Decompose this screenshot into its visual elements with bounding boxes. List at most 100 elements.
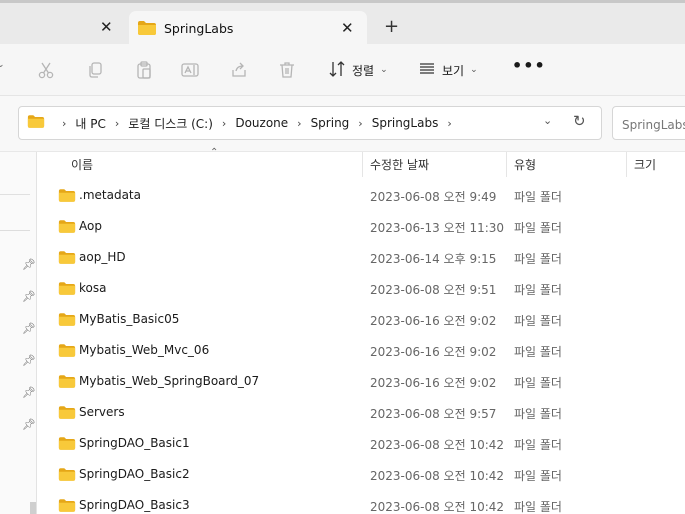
paste-icon[interactable] [134,60,154,80]
folder-icon [58,281,76,299]
chevron-down-icon[interactable]: ⌄ [0,60,5,70]
folder-icon [58,405,76,423]
file-type: 파일 폴더 [514,190,562,204]
file-type: 파일 폴더 [514,376,562,390]
address-row: › 내 PC › 로컬 디스크 (C:) › Douzone › Spring … [0,96,685,152]
breadcrumb-springlabs[interactable]: SpringLabs [372,116,439,130]
copy-icon[interactable] [85,60,105,80]
file-name: .metadata [79,188,141,202]
file-date: 2023-06-08 오전 9:51 [370,283,497,297]
breadcrumb-this-pc[interactable]: 내 PC [75,115,105,132]
folder-icon [58,250,76,268]
view-icon [418,60,436,81]
folder-icon [58,219,76,237]
column-divider[interactable] [506,152,507,177]
chevron-right-icon[interactable]: › [115,117,119,130]
table-row[interactable]: SpringDAO_Basic1 2023-06-08 오전 10:42 파일 폴더 [38,428,685,459]
file-date: 2023-06-08 오전 10:42 [370,500,505,514]
chevron-right-icon[interactable]: › [62,117,66,130]
folder-icon [58,312,76,330]
pin-icon[interactable]: 📌︎ [22,354,36,367]
file-list: ⌃ 이름 수정한 날짜 유형 크기 .metadata 2023-06-08 오전… [38,147,685,514]
folder-icon [58,436,76,454]
sort-ascending-icon: ⌃ [210,147,219,158]
table-row[interactable]: MyBatis_Basic05 2023-06-16 오전 9:02 파일 폴더 [38,304,685,335]
breadcrumb-douzone[interactable]: Douzone [235,116,288,130]
table-row[interactable]: SpringDAO_Basic2 2023-06-08 오전 10:42 파일 폴더 [38,459,685,490]
file-date: 2023-06-08 오전 9:49 [370,190,497,204]
file-date: 2023-06-08 오전 10:42 [370,469,505,483]
address-bar[interactable]: › 내 PC › 로컬 디스크 (C:) › Douzone › Spring … [18,106,602,140]
file-type: 파일 폴더 [514,345,562,359]
folder-icon [27,114,45,132]
chevron-right-icon[interactable]: › [358,117,362,130]
file-type: 파일 폴더 [514,252,562,266]
file-date: 2023-06-16 오전 9:02 [370,376,497,390]
chevron-down-icon: ⌄ [470,65,478,75]
view-label: 보기 [442,63,465,78]
refresh-icon[interactable]: ↻ [573,112,586,130]
file-name: Mybatis_Web_SpringBoard_07 [79,374,260,388]
breadcrumb: › 내 PC › 로컬 디스크 (C:) › Douzone › Spring … [27,107,461,139]
nav-scrollbar[interactable] [30,502,36,514]
file-date: 2023-06-08 오전 10:42 [370,438,505,452]
breadcrumb-spring[interactable]: Spring [311,116,350,130]
search-input[interactable]: SpringLabs 검색 [612,106,685,140]
tab-springlabs[interactable]: SpringLabs ✕ [129,11,367,47]
table-row[interactable]: Mybatis_Web_SpringBoard_07 2023-06-16 오전 … [38,366,685,397]
tab-previous[interactable]: ✕ [0,6,126,44]
column-header-date[interactable]: 수정한 날짜 [370,156,429,173]
more-options-button[interactable]: ••• [512,56,546,75]
file-type: 파일 폴더 [514,221,562,235]
file-type: 파일 폴더 [514,407,562,421]
column-header-size[interactable]: 크기 [634,156,656,173]
navigation-pane: 📌︎ 📌︎ 📌︎ 📌︎ 📌︎ 📌︎ [0,152,37,514]
table-row[interactable]: aop_HD 2023-06-14 오후 9:15 파일 폴더 [38,242,685,273]
pin-icon[interactable]: 📌︎ [22,258,36,271]
sort-label: 정렬 [352,63,375,78]
file-type: 파일 폴더 [514,314,562,328]
chevron-right-icon[interactable]: › [297,117,301,130]
file-name: SpringDAO_Basic1 [79,436,190,450]
pin-icon[interactable]: 📌︎ [22,290,36,303]
column-header-type[interactable]: 유형 [514,156,536,173]
folder-icon [58,188,76,206]
pin-icon[interactable]: 📌︎ [22,418,36,431]
chevron-right-icon[interactable]: › [222,117,226,130]
close-tab-icon[interactable]: ✕ [341,19,354,37]
table-row[interactable]: .metadata 2023-06-08 오전 9:49 파일 폴더 [38,180,685,211]
search-placeholder: SpringLabs 검색 [622,118,685,132]
sort-button[interactable]: 정렬 ⌄ [328,60,388,80]
close-tab-icon[interactable]: ✕ [100,18,113,36]
column-header-name[interactable]: 이름 [71,156,93,173]
table-row[interactable]: Mybatis_Web_Mvc_06 2023-06-16 오전 9:02 파일 폴… [38,335,685,366]
folder-icon [58,343,76,361]
file-type: 파일 폴더 [514,283,562,297]
column-divider[interactable] [362,152,363,177]
chevron-right-icon[interactable]: › [447,117,451,130]
table-row[interactable]: kosa 2023-06-08 오전 9:51 파일 폴더 [38,273,685,304]
share-icon[interactable] [229,60,249,80]
view-button[interactable]: 보기 ⌄ [418,60,478,80]
column-divider[interactable] [626,152,627,177]
breadcrumb-local-disk[interactable]: 로컬 디스크 (C:) [128,115,213,132]
command-bar: ⌄ 정렬 ⌄ 보기 ⌄ ••• [0,44,685,96]
nav-divider [0,230,30,231]
file-name: Servers [79,405,125,419]
rename-icon[interactable] [180,60,200,80]
delete-icon[interactable] [277,60,297,80]
file-type: 파일 폴더 [514,469,562,483]
nav-divider [0,194,30,195]
tab-title: SpringLabs [164,21,234,36]
file-name: aop_HD [79,250,126,264]
chevron-down-icon[interactable]: ⌄ [543,114,552,127]
table-row[interactable]: SpringDAO_Basic3 2023-06-08 오전 10:42 파일 폴더 [38,490,685,514]
table-row[interactable]: Servers 2023-06-08 오전 9:57 파일 폴더 [38,397,685,428]
pin-icon[interactable]: 📌︎ [22,386,36,399]
file-date: 2023-06-13 오전 11:30 [370,221,505,235]
new-tab-button[interactable]: + [384,16,399,37]
cut-icon[interactable] [36,60,56,80]
file-name: SpringDAO_Basic2 [79,467,190,481]
table-row[interactable]: Aop 2023-06-13 오전 11:30 파일 폴더 [38,211,685,242]
pin-icon[interactable]: 📌︎ [22,322,36,335]
